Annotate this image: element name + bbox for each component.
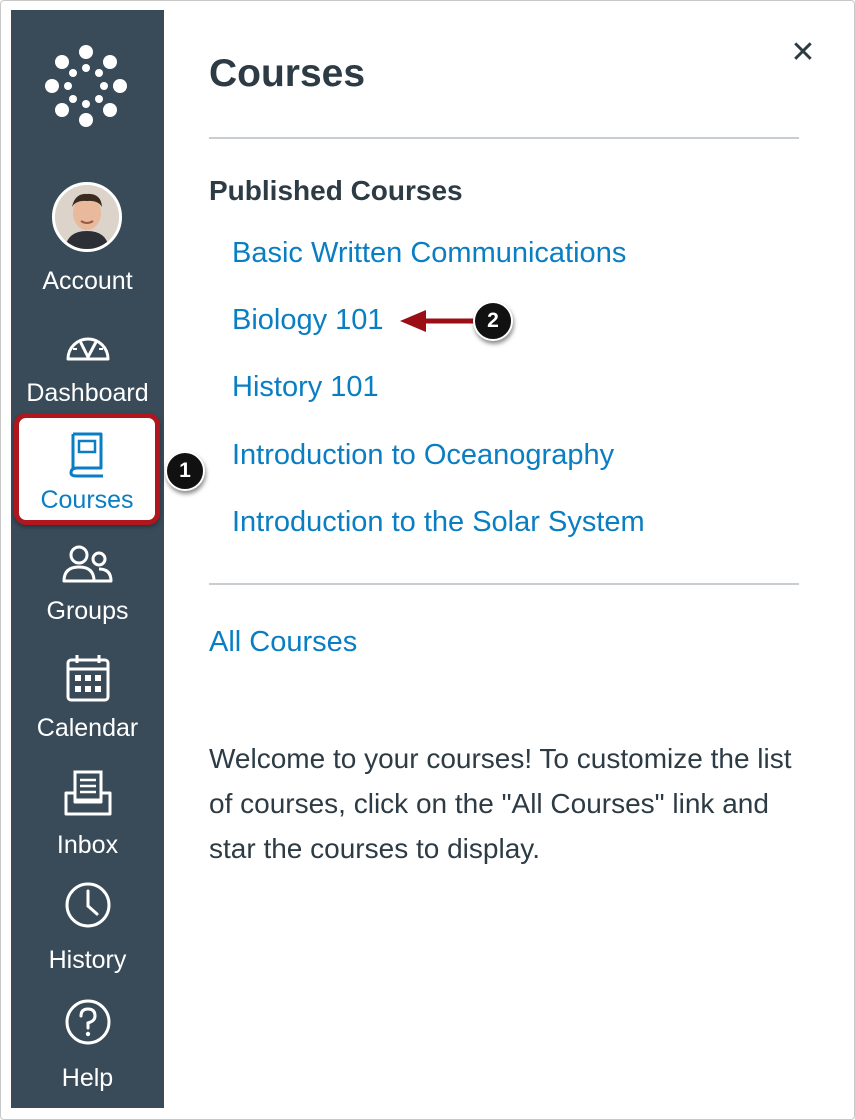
callout-1: 1 (165, 451, 205, 491)
nav-item-dashboard[interactable]: Dashboard (11, 315, 164, 425)
history-icon (65, 882, 110, 928)
all-courses-link[interactable]: All Courses (209, 626, 357, 659)
groups-icon (62, 545, 112, 583)
close-icon[interactable]: ✕ (784, 34, 822, 72)
divider-bottom (209, 583, 799, 585)
nav-label-history: History (48, 946, 127, 974)
user-avatar-image (55, 185, 119, 249)
avatar (52, 182, 122, 252)
annotation-arrow (400, 310, 480, 332)
help-icon (65, 999, 110, 1045)
nav-label-courses: Courses (40, 486, 134, 514)
divider-top (209, 137, 799, 139)
calendar-icon (66, 655, 109, 702)
nav-item-history[interactable]: History (11, 880, 164, 990)
course-link-intro-oceanography[interactable]: Introduction to Oceanography (232, 439, 614, 472)
nav-label-account: Account (42, 267, 133, 295)
nav-label-inbox: Inbox (56, 831, 119, 859)
inbox-icon (64, 770, 111, 816)
nav-item-inbox[interactable]: Inbox (11, 765, 164, 875)
nav-item-account[interactable]: Account (11, 175, 164, 295)
nav-item-groups[interactable]: Groups (11, 537, 164, 647)
dashboard-icon (66, 337, 109, 361)
global-nav-sidebar: Account Dashboard Groups Calendar Inbox … (11, 10, 164, 1108)
page-title: Courses (209, 52, 366, 95)
canvas-logo-icon[interactable] (44, 44, 128, 128)
nav-label-help: Help (61, 1064, 114, 1092)
course-link-basic-written-communications[interactable]: Basic Written Communications (232, 237, 626, 270)
course-link-intro-solar-system[interactable]: Introduction to the Solar System (232, 506, 645, 539)
section-heading-published: Published Courses (209, 175, 463, 206)
course-link-biology-101[interactable]: Biology 101 (232, 304, 384, 337)
welcome-text: Welcome to your courses! To customize th… (209, 743, 792, 864)
nav-label-groups: Groups (46, 597, 129, 625)
nav-item-help[interactable]: Help (11, 997, 164, 1107)
course-link-history-101[interactable]: History 101 (232, 371, 379, 404)
nav-label-dashboard: Dashboard (26, 379, 149, 407)
nav-item-calendar[interactable]: Calendar (11, 647, 164, 757)
courses-icon (69, 432, 103, 478)
nav-label-calendar: Calendar (36, 714, 139, 742)
nav-item-courses[interactable]: Courses (14, 413, 160, 525)
callout-2: 2 (473, 301, 513, 341)
